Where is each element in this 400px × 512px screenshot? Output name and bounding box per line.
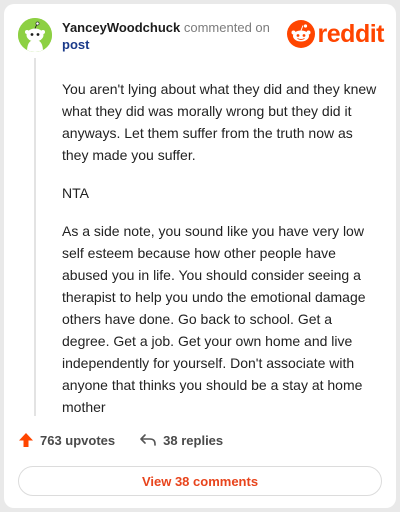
comment-paragraph: NTA xyxy=(62,185,89,201)
upvote-button[interactable]: 763 upvotes xyxy=(18,432,115,448)
reply-arrow-icon xyxy=(140,434,156,446)
reddit-wordmark: reddit xyxy=(317,20,385,48)
reddit-logo-icon xyxy=(286,20,315,48)
comment-paragraph: As a side note, you sound like you have … xyxy=(62,223,366,415)
comment-action-text: commented on xyxy=(183,20,270,35)
reply-count: 38 replies xyxy=(163,432,224,448)
username[interactable]: YanceyWoodchuck xyxy=(62,20,180,35)
thread-line[interactable] xyxy=(34,58,36,416)
upvote-arrow-icon xyxy=(19,433,33,447)
view-comments-button[interactable]: View 38 comments xyxy=(18,466,382,496)
comment-header: YanceyWoodchuck commented on xyxy=(62,20,270,36)
reddit-brand: reddit xyxy=(286,20,385,48)
snoo-avatar-icon xyxy=(18,18,52,52)
comment-card: YanceyWoodchuck commented on post reddit… xyxy=(4,4,396,508)
post-link[interactable]: post xyxy=(62,37,89,53)
upvote-count: 763 upvotes xyxy=(40,432,116,448)
reply-button[interactable]: 38 replies xyxy=(139,432,223,448)
comment-body: You aren't lying about what they did and… xyxy=(62,78,380,434)
comment-paragraph: You aren't lying about what they did and… xyxy=(62,81,377,163)
user-avatar[interactable] xyxy=(18,18,52,52)
comment-actions: 763 upvotes 38 replies xyxy=(18,432,247,448)
